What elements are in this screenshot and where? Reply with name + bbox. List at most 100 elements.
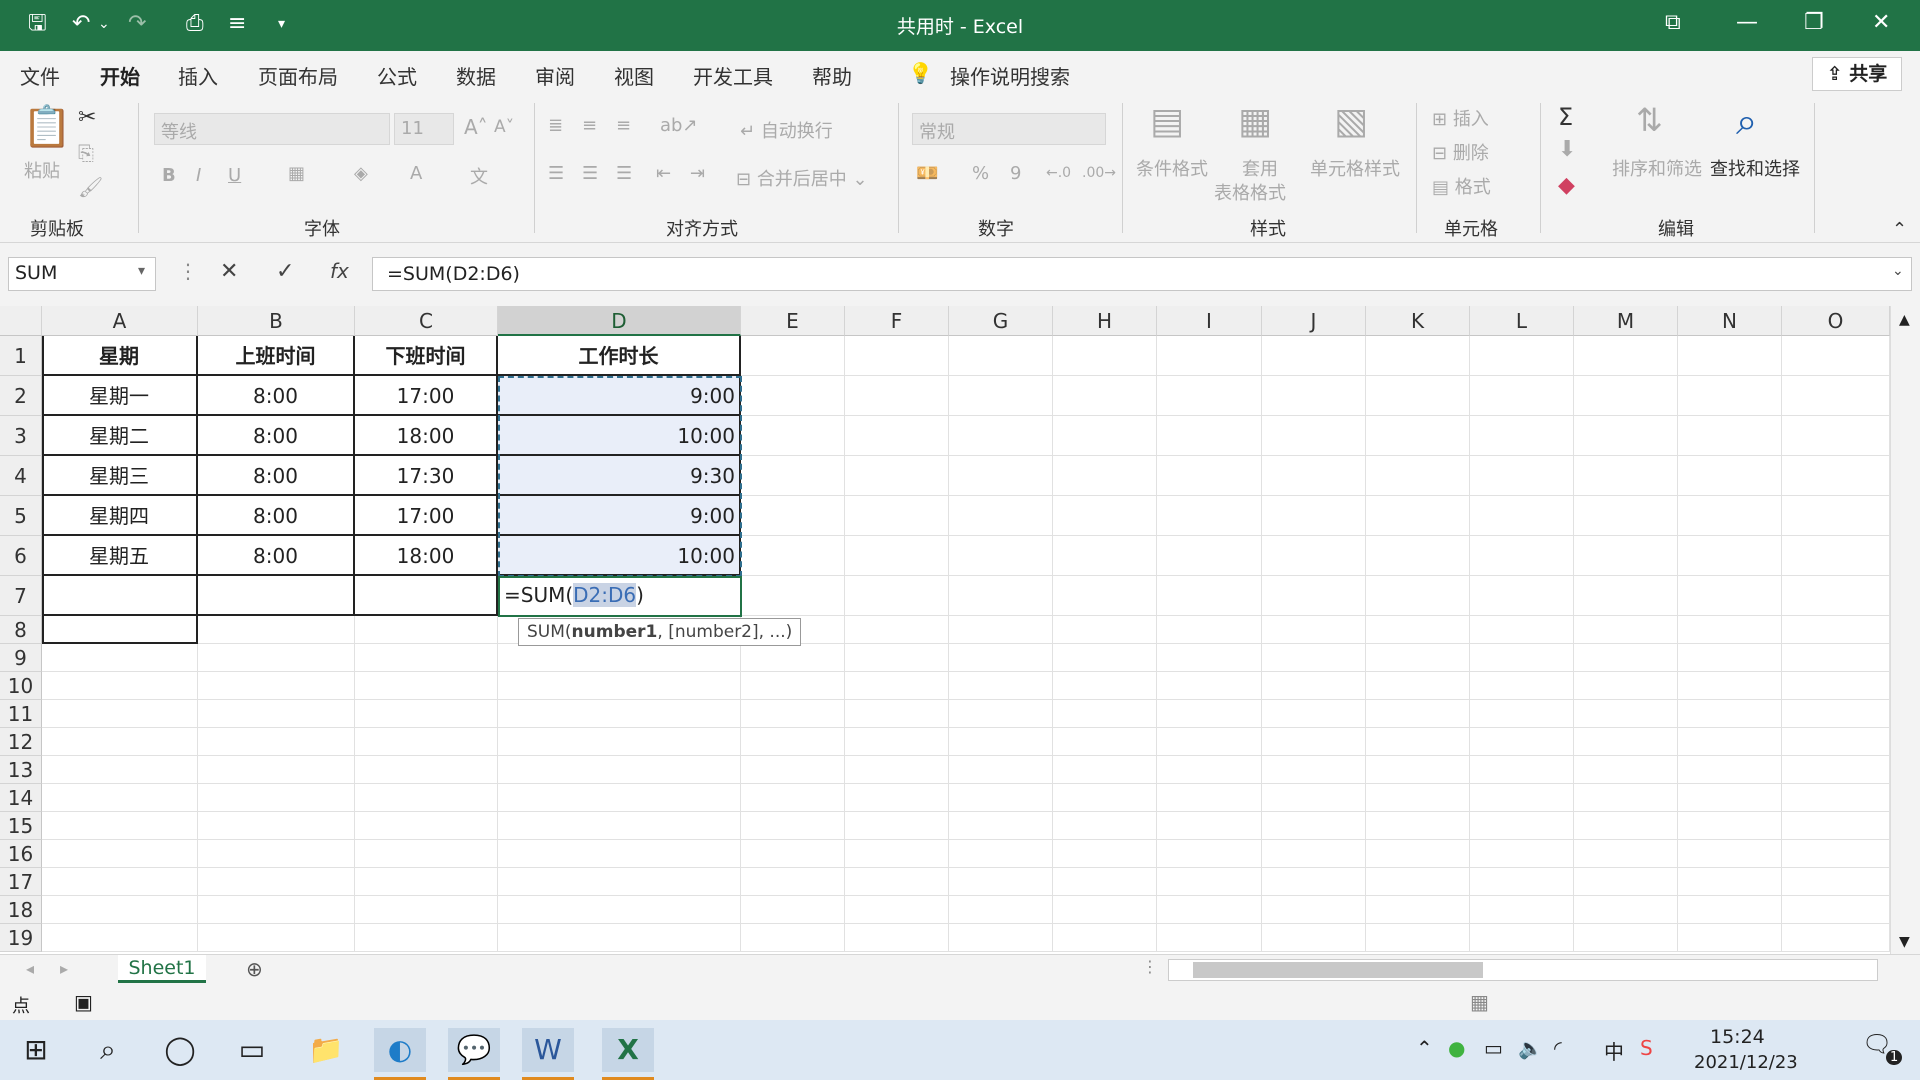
tab-developer[interactable]: 开发工具 (693, 61, 773, 90)
grid-cell[interactable] (1574, 644, 1678, 672)
grid-cell[interactable] (741, 416, 845, 456)
grid-cell[interactable] (949, 896, 1053, 924)
grid-cell[interactable] (498, 812, 741, 840)
italic-button[interactable]: I (196, 165, 201, 186)
grid-cell[interactable] (1678, 784, 1782, 812)
column-header-k[interactable]: K (1366, 306, 1470, 336)
grid-cell[interactable] (498, 896, 741, 924)
table-cell[interactable]: 8:00 (198, 416, 355, 456)
grid-cell[interactable] (1574, 456, 1678, 496)
grid-cell[interactable] (845, 616, 949, 644)
decrease-indent-icon[interactable]: ⇤ (656, 163, 671, 184)
name-box-dropdown-icon[interactable]: ▾ (138, 263, 145, 279)
format-table-label-1[interactable]: 套用 (1242, 155, 1278, 181)
paste-icon[interactable]: 📋 (22, 103, 72, 150)
grid-cell[interactable] (1262, 644, 1366, 672)
row-header-13[interactable]: 13 (0, 756, 42, 784)
grid-cell[interactable] (1262, 456, 1366, 496)
grid-cell[interactable] (1157, 756, 1262, 784)
grid-cell[interactable] (949, 812, 1053, 840)
column-header-c[interactable]: C (355, 306, 498, 336)
grid-cell[interactable] (1053, 756, 1157, 784)
grid-cell[interactable] (498, 784, 741, 812)
column-header-o[interactable]: O (1782, 306, 1890, 336)
grid-cell[interactable] (949, 700, 1053, 728)
grid-cell[interactable] (198, 756, 355, 784)
add-sheet-icon[interactable]: ⊕ (246, 957, 263, 981)
bold-button[interactable]: B (162, 165, 176, 186)
row-header-19[interactable]: 19 (0, 924, 42, 952)
prev-sheet-icon[interactable]: ◂ (26, 959, 34, 978)
grid-cell[interactable] (845, 756, 949, 784)
active-cell-editor[interactable]: =SUM(D2:D6) (498, 576, 742, 617)
grid-cell[interactable] (198, 840, 355, 868)
horizontal-scrollbar[interactable] (1168, 959, 1878, 981)
row-header-17[interactable]: 17 (0, 868, 42, 896)
grid-cell[interactable] (1574, 756, 1678, 784)
grid-cell[interactable] (741, 496, 845, 536)
grid-cell[interactable] (1574, 576, 1678, 616)
conditional-format-icon[interactable]: ▤ (1150, 101, 1184, 142)
grid-cell[interactable] (845, 700, 949, 728)
grid-cell[interactable] (949, 576, 1053, 616)
table-header-cell[interactable]: 星期 (42, 336, 198, 376)
windows-start-icon[interactable]: ⊞ (10, 1028, 62, 1072)
grid-cell[interactable] (1053, 456, 1157, 496)
minimize-icon[interactable]: — (1736, 10, 1758, 35)
task-view-icon[interactable]: ▭ (226, 1028, 278, 1072)
underline-button[interactable]: U (228, 165, 241, 186)
insert-function-button[interactable]: fx (330, 259, 349, 283)
grid-cell[interactable] (741, 576, 845, 616)
tab-help[interactable]: 帮助 (812, 61, 852, 90)
grid-cell[interactable] (1262, 700, 1366, 728)
percent-button[interactable]: % (972, 163, 989, 184)
grid-cell[interactable] (1678, 672, 1782, 700)
search-icon[interactable]: ⌕ (82, 1028, 134, 1072)
column-header-i[interactable]: I (1157, 306, 1262, 336)
grid-cell[interactable] (1782, 728, 1890, 756)
grid-cell[interactable] (198, 868, 355, 896)
grid-cell[interactable] (741, 376, 845, 416)
grid-cell[interactable] (1053, 336, 1157, 376)
grid-cell[interactable] (198, 616, 355, 644)
grid-cell[interactable] (1262, 496, 1366, 536)
wechat-icon[interactable]: 💬 (448, 1028, 500, 1080)
grid-cell[interactable] (1574, 336, 1678, 376)
copy-icon[interactable]: ⎘ (78, 141, 94, 165)
grid-cell[interactable] (1678, 812, 1782, 840)
grid-cell[interactable] (498, 924, 741, 952)
grid-cell[interactable] (741, 728, 845, 756)
tab-formulas[interactable]: 公式 (377, 61, 417, 90)
table-cell[interactable]: 8:00 (198, 456, 355, 496)
tab-insert[interactable]: 插入 (178, 61, 218, 90)
grid-cell[interactable] (1470, 416, 1574, 456)
grid-cell[interactable] (1782, 784, 1890, 812)
delete-cells-button[interactable]: ⊟ 删除 (1432, 139, 1489, 165)
row-header-18[interactable]: 18 (0, 896, 42, 924)
table-cell[interactable]: 17:00 (355, 496, 498, 536)
share-button[interactable]: ⇪ 共享 (1812, 57, 1902, 91)
font-size-combo[interactable]: 11 (394, 113, 454, 145)
grid-cell[interactable] (498, 756, 741, 784)
column-header-e[interactable]: E (741, 306, 845, 336)
grid-cell[interactable] (355, 576, 498, 616)
grid-cell[interactable] (949, 784, 1053, 812)
grid-cell[interactable] (1366, 840, 1470, 868)
table-cell[interactable]: 星期二 (42, 416, 198, 456)
restore-icon[interactable]: ❐ (1804, 10, 1824, 35)
tab-page-layout[interactable]: 页面布局 (258, 61, 338, 90)
cell-styles-icon[interactable]: ▧ (1334, 101, 1368, 142)
grid-cell[interactable] (1470, 840, 1574, 868)
grid-cell[interactable] (741, 336, 845, 376)
grid-cell[interactable] (1157, 672, 1262, 700)
grid-cell[interactable] (498, 700, 741, 728)
grid-cell[interactable] (498, 840, 741, 868)
decrease-decimal-icon[interactable]: .00→ (1082, 165, 1116, 181)
grid-cell[interactable] (1157, 456, 1262, 496)
increase-font-icon[interactable]: A˄ (464, 115, 488, 139)
table-cell[interactable]: 星期三 (42, 456, 198, 496)
table-cell[interactable]: 星期一 (42, 376, 198, 416)
format-painter-icon[interactable]: 🖌 (78, 175, 103, 199)
grid-cell[interactable] (949, 336, 1053, 376)
grid-cell[interactable] (1157, 536, 1262, 576)
